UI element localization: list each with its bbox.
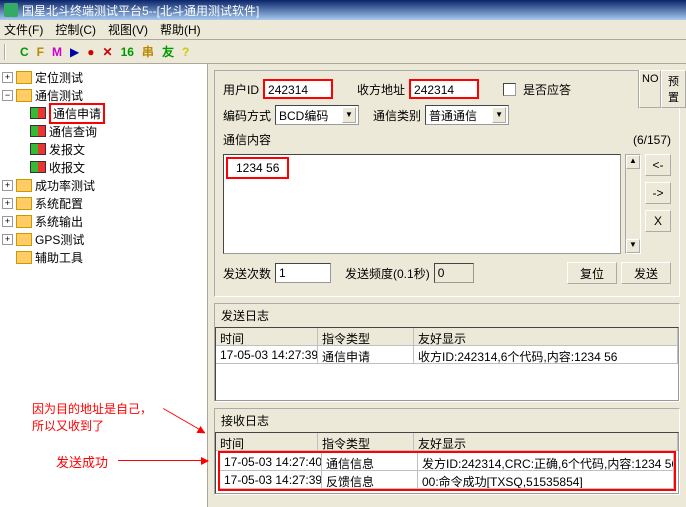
chevron-down-icon[interactable]: ▼ [342,107,356,123]
tree-comm-query[interactable]: 通信查询 [49,123,97,140]
encode-label: 编码方式 [223,107,271,124]
col-time[interactable]: 时间 [216,433,318,451]
tool-f[interactable]: F [37,45,44,59]
reply-label: 是否应答 [523,81,571,98]
col-disp[interactable]: 友好显示 [414,328,678,346]
annotation-success: 发送成功 [56,452,108,471]
table-row[interactable]: 17-05-03 14:27:40 通信信息 发方ID:242314,CRC:正… [220,453,674,471]
app-icon [4,3,18,17]
content-textarea[interactable]: 1234 56 [223,154,621,254]
tree-tools[interactable]: 辅助工具 [35,249,83,266]
side-col-no[interactable]: NO [639,70,661,108]
reply-checkbox[interactable] [503,83,516,96]
tree-rate[interactable]: 成功率测试 [35,177,95,194]
expand-icon[interactable]: + [2,216,13,227]
expand-icon[interactable]: + [2,180,13,191]
user-id-input[interactable]: 242314 [263,79,333,99]
annotation-recv: 因为目的地址是自己，所以又收到了 [32,400,152,434]
folder-icon [16,197,32,210]
col-disp[interactable]: 友好显示 [414,433,678,451]
send-log-header: 时间 指令类型 友好显示 [216,328,678,346]
clear-button[interactable]: X [645,210,671,232]
send-log-panel: 发送日志 时间 指令类型 友好显示 17-05-03 14:27:39 通信申请… [214,303,680,402]
title-bar: 国星北斗终端测试平台5--[北斗通用测试软件] [0,0,686,20]
tool-record-icon[interactable]: ● [87,45,94,59]
scrollbar[interactable]: ▲ ▼ [625,154,641,254]
scroll-up-icon[interactable]: ▲ [626,155,640,169]
tool-c[interactable]: C [20,45,29,59]
tree-comm[interactable]: 通信测试 [35,87,83,104]
menu-control[interactable]: 控制(C) [55,21,96,38]
leaf-icon [30,107,46,119]
folder-icon [16,89,32,102]
menu-help[interactable]: 帮助(H) [160,21,201,38]
expand-icon[interactable]: + [2,234,13,245]
send-count-input[interactable]: 1 [275,263,331,283]
recv-log-panel: 接收日志 时间 指令类型 友好显示 17-05-03 14:27:40 通信信息… [214,408,680,495]
char-counter: (6/157) [633,133,671,147]
expand-icon[interactable]: + [2,72,13,83]
collapse-icon[interactable]: − [2,90,13,101]
col-time[interactable]: 时间 [216,328,318,346]
forward-button[interactable]: -> [645,182,671,204]
toolbar: C F M ▶ ● ✕ 16 串 友 ? [0,40,686,64]
tree-send-msg[interactable]: 发报文 [49,141,85,158]
folder-icon [16,71,32,84]
tree-panel: + 定位测试 − 通信测试 通信申请 通信查询 发报文 收报文 + 成功率测试 + 系统… [0,64,208,507]
tool-serial[interactable]: 串 [142,43,154,60]
side-col-prev[interactable]: 预置 [661,70,686,108]
table-row[interactable]: 17-05-03 14:27:39 通信申请 收方ID:242314,6个代码,… [216,346,678,364]
chevron-down-icon[interactable]: ▼ [492,107,506,123]
scroll-down-icon[interactable]: ▼ [626,239,640,253]
encode-select[interactable]: BCD编码▼ [275,105,359,125]
tree-recv-msg[interactable]: 收报文 [49,159,85,176]
recv-addr-label: 收方地址 [357,81,405,98]
folder-icon [16,215,32,228]
recv-log-header: 时间 指令类型 友好显示 [216,433,678,451]
leaf-icon [30,161,46,173]
leaf-icon [30,125,46,137]
user-id-label: 用户ID [223,81,259,98]
tree-output[interactable]: 系统输出 [35,213,83,230]
send-button[interactable]: 发送 [621,262,671,284]
tool-play-icon[interactable]: ▶ [70,45,79,59]
folder-icon [16,251,32,264]
comm-type-label: 通信类别 [373,107,421,124]
send-log-title: 发送日志 [215,304,679,327]
back-button[interactable]: <- [645,154,671,176]
menu-file[interactable]: 文件(F) [4,21,43,38]
recv-addr-input[interactable]: 242314 [409,79,479,99]
tree-config[interactable]: 系统配置 [35,195,83,212]
expand-icon[interactable]: + [2,198,13,209]
send-freq-input[interactable]: 0 [434,263,474,283]
leaf-icon [30,143,46,155]
col-type[interactable]: 指令类型 [318,328,414,346]
side-grid: NO 预置 [638,70,686,108]
send-freq-label: 发送频度(0.1秒) [345,265,430,282]
window-title: 国星北斗终端测试平台5--[北斗通用测试软件] [22,2,259,19]
tool-delete-icon[interactable]: ✕ [103,45,113,59]
tree-gps[interactable]: GPS测试 [35,231,84,248]
tool-num[interactable]: 16 [121,45,134,59]
menu-bar: 文件(F) 控制(C) 视图(V) 帮助(H) [0,20,686,40]
recv-log-title: 接收日志 [215,409,679,432]
arrow-icon [118,460,208,461]
reset-button[interactable]: 复位 [567,262,617,284]
tool-help-icon[interactable]: ? [182,45,189,59]
tree-locate[interactable]: 定位测试 [35,69,83,86]
table-row[interactable]: 17-05-03 14:27:39 反馈信息 00:命令成功[TXSQ,5153… [220,471,674,489]
tool-friend[interactable]: 友 [162,43,174,60]
content-text: 1234 56 [226,157,289,179]
folder-icon [16,233,32,246]
menu-view[interactable]: 视图(V) [108,21,148,38]
tool-m[interactable]: M [52,45,62,59]
col-type[interactable]: 指令类型 [318,433,414,451]
content-label: 通信内容 [223,131,271,148]
send-count-label: 发送次数 [223,265,271,282]
tree-comm-apply[interactable]: 通信申请 [49,103,105,124]
folder-icon [16,179,32,192]
form-panel: 用户ID 242314 收方地址 242314 是否应答 编码方式 BCD编码▼… [214,70,680,297]
comm-type-select[interactable]: 普通通信▼ [425,105,509,125]
